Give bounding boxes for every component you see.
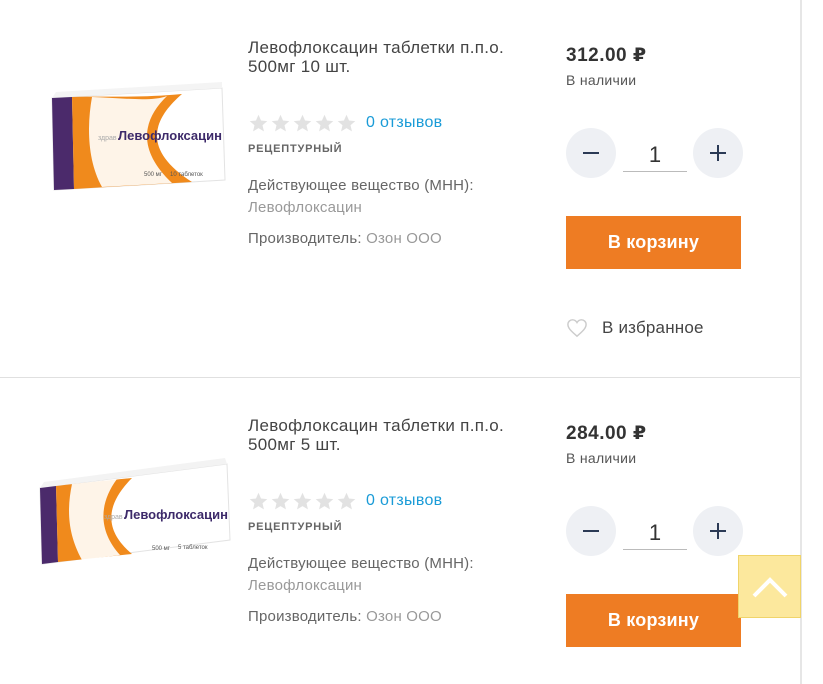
reviews-link[interactable]: 0 отзывов xyxy=(366,114,442,132)
decrease-quantity-button[interactable] xyxy=(566,506,616,556)
box-dose: 500 мг xyxy=(152,546,171,552)
minus-icon xyxy=(583,152,599,154)
star-icon xyxy=(249,492,268,509)
star-icon xyxy=(315,492,334,509)
product-card: здрав Левофлоксацин 500 мг 5 таблеток Ле… xyxy=(0,378,800,684)
decrease-quantity-button[interactable] xyxy=(566,128,616,178)
manufacturer-label: Производитель: xyxy=(248,230,362,247)
reviews-link[interactable]: 0 отзывов xyxy=(366,492,442,510)
box-dose: 500 мг xyxy=(144,172,163,178)
plus-icon xyxy=(710,145,726,161)
increase-quantity-button[interactable] xyxy=(693,128,743,178)
quantity-stepper xyxy=(566,128,744,180)
active-substance-value: Левофлоксацин xyxy=(248,577,363,594)
manufacturer: Производитель: Озон ООО xyxy=(248,230,442,247)
product-image[interactable]: здрав Левофлоксацин 500 мг 10 таблеток xyxy=(32,40,232,210)
favorites-label: В избранное xyxy=(602,318,704,337)
rating: 0 отзывов xyxy=(248,111,442,135)
box-brand-prefix: здрав xyxy=(104,514,123,521)
active-substance-label: Действующее вещество (МНН): xyxy=(248,177,474,194)
rating: 0 отзывов xyxy=(248,489,442,513)
add-to-cart-button[interactable]: В корзину xyxy=(566,216,741,269)
plus-icon xyxy=(710,523,726,539)
active-substance-label: Действующее вещество (МНН): xyxy=(248,555,474,572)
heart-icon xyxy=(567,319,587,338)
star-icon xyxy=(293,114,312,131)
price: 284.00 ₽ xyxy=(566,423,647,444)
scroll-to-top-button[interactable] xyxy=(738,555,801,618)
quantity-input[interactable] xyxy=(623,516,687,550)
prescription-badge: РЕЦЕПТУРНЫЙ xyxy=(248,143,343,155)
product-title[interactable]: Левофлоксацин таблетки п.п.о. 500мг 10 ш… xyxy=(248,38,538,76)
quantity-stepper xyxy=(566,506,744,558)
product-image[interactable]: здрав Левофлоксацин 500 мг 5 таблеток xyxy=(32,418,232,588)
box-count: 10 таблеток xyxy=(170,172,203,178)
product-card: здрав Левофлоксацин 500 мг 10 таблеток Л… xyxy=(0,0,800,378)
star-icon xyxy=(337,492,356,509)
manufacturer-label: Производитель: xyxy=(248,608,362,625)
add-to-favorites-button[interactable]: В избранное xyxy=(566,318,704,338)
star-icon xyxy=(315,114,334,131)
box-brand-prefix: здрав xyxy=(98,135,117,142)
star-icon xyxy=(271,492,290,509)
manufacturer-value: Озон ООО xyxy=(366,230,442,247)
price: 312.00 ₽ xyxy=(566,45,647,66)
box-brand-name: Левофлоксацин xyxy=(118,128,222,143)
box-brand-name: Левофлоксацин xyxy=(124,507,228,522)
stock-status: В наличии xyxy=(566,72,637,88)
box-count: 5 таблеток xyxy=(178,545,208,551)
stock-status: В наличии xyxy=(566,450,637,466)
chevron-up-icon xyxy=(752,576,787,597)
star-icon xyxy=(271,114,290,131)
product-title[interactable]: Левофлоксацин таблетки п.п.о. 500мг 5 шт… xyxy=(248,416,538,454)
manufacturer-value: Озон ООО xyxy=(366,608,442,625)
manufacturer: Производитель: Озон ООО xyxy=(248,608,442,625)
increase-quantity-button[interactable] xyxy=(693,506,743,556)
prescription-badge: РЕЦЕПТУРНЫЙ xyxy=(248,521,343,533)
star-icon xyxy=(337,114,356,131)
star-icon xyxy=(249,114,268,131)
rating-stars[interactable] xyxy=(248,491,357,512)
active-substance-value: Левофлоксацин xyxy=(248,199,363,216)
rating-stars[interactable] xyxy=(248,113,357,134)
minus-icon xyxy=(583,530,599,532)
star-icon xyxy=(293,492,312,509)
quantity-input[interactable] xyxy=(623,138,687,172)
add-to-cart-button[interactable]: В корзину xyxy=(566,594,741,647)
